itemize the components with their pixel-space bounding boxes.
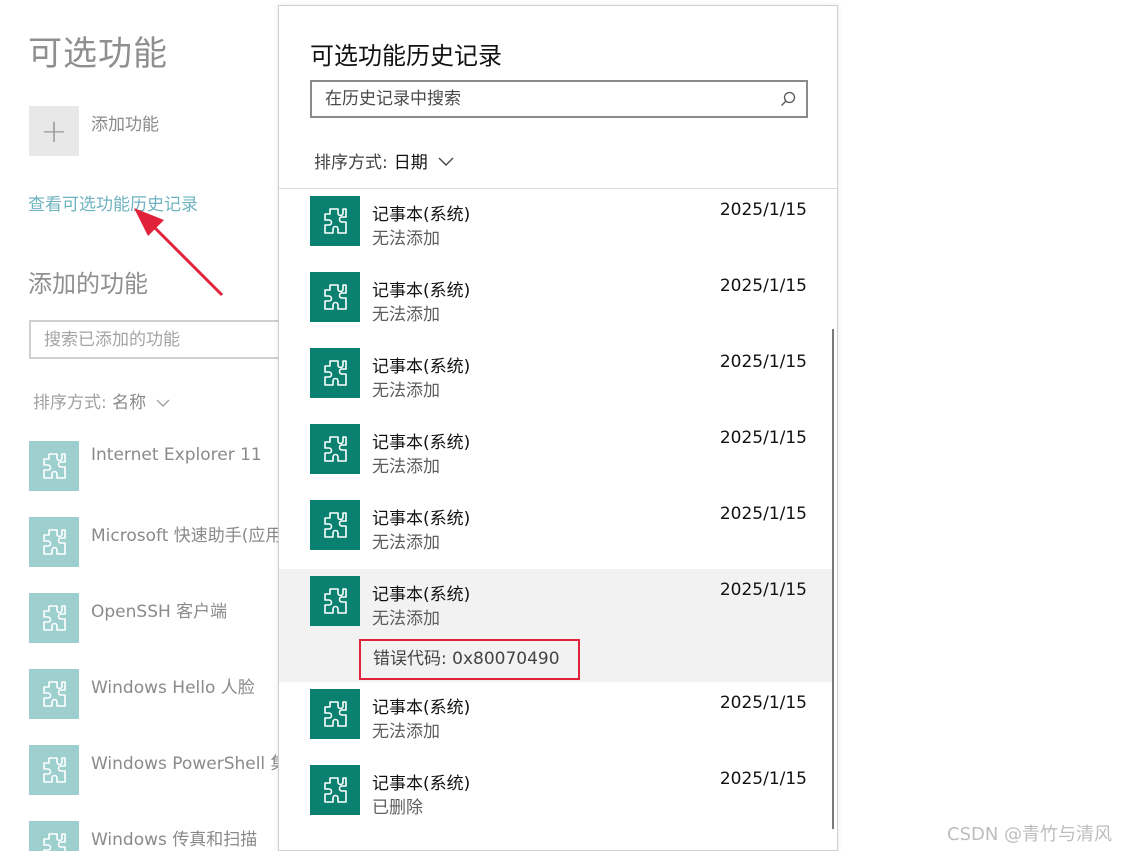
history-item[interactable]: 记事本(系统) 无法添加 2025/1/15 (279, 417, 834, 493)
history-item-name: 记事本(系统) (372, 433, 471, 453)
history-item-date: 2025/1/15 (719, 504, 807, 524)
history-item-date: 2025/1/15 (719, 693, 807, 713)
history-item[interactable]: 记事本(系统) 已删除 2025/1/15 (279, 758, 834, 834)
page-title: 可选功能 (28, 34, 168, 74)
history-item-status: 无法添加 (372, 381, 440, 401)
history-item-name: 记事本(系统) (372, 585, 471, 605)
history-item[interactable]: 记事本(系统) 无法添加 2025/1/15 (279, 341, 834, 417)
feature-name: Windows Hello 人脸 (91, 678, 255, 698)
search-icon[interactable] (780, 91, 796, 107)
history-item-date: 2025/1/15 (719, 580, 807, 600)
history-item-status: 无法添加 (372, 609, 440, 629)
feature-name: Windows 传真和扫描 (91, 830, 258, 850)
history-item-status: 无法添加 (372, 722, 440, 742)
history-list: 记事本(系统) 无法添加 2025/1/15 记事本(系统) 无法添加 2025… (279, 189, 837, 834)
history-search-input[interactable] (312, 82, 806, 116)
puzzle-icon (310, 424, 360, 474)
watermark: CSDN @青竹与清风 (947, 824, 1113, 845)
sort-value: 名称 (112, 393, 147, 413)
history-item[interactable]: 记事本(系统) 无法添加 2025/1/15 (279, 682, 834, 758)
history-item-status: 已删除 (372, 798, 423, 818)
history-dialog: 可选功能历史记录 排序方式: 日期 记事本(系统) 无法添加 2025/1/15 (278, 5, 838, 851)
plus-icon: + (40, 112, 68, 150)
add-feature-label[interactable]: 添加功能 (91, 110, 159, 135)
history-item-selected[interactable]: 记事本(系统) 无法添加 2025/1/15 错误代码: 0x80070490 (279, 569, 834, 682)
history-item-status: 无法添加 (372, 457, 440, 477)
history-sort-control[interactable]: 排序方式: 日期 (314, 148, 454, 173)
history-item-name: 记事本(系统) (372, 509, 471, 529)
feature-name: Windows PowerShell 集成 (91, 754, 305, 774)
feature-name: Microsoft 快速助手(应用 (91, 526, 283, 546)
history-item-name: 记事本(系统) (372, 698, 471, 718)
background-sort-control[interactable]: 排序方式: 名称 (33, 388, 170, 413)
puzzle-icon (310, 689, 360, 739)
puzzle-icon (29, 517, 79, 567)
history-item-date: 2025/1/15 (719, 352, 807, 372)
puzzle-icon (29, 593, 79, 643)
history-item-date: 2025/1/15 (719, 428, 807, 448)
puzzle-icon (29, 821, 79, 851)
feature-name: OpenSSH 客户端 (91, 602, 228, 622)
history-item[interactable]: 记事本(系统) 无法添加 2025/1/15 (279, 189, 834, 265)
puzzle-icon (29, 745, 79, 795)
history-item-status: 无法添加 (372, 229, 440, 249)
added-features-search-input[interactable] (31, 322, 289, 357)
history-item-name: 记事本(系统) (372, 281, 471, 301)
history-item[interactable]: 记事本(系统) 无法添加 2025/1/15 (279, 493, 834, 569)
add-feature-button[interactable]: + (29, 106, 79, 156)
puzzle-icon (29, 441, 79, 491)
history-item-name: 记事本(系统) (372, 205, 471, 225)
added-features-search[interactable] (29, 320, 291, 359)
puzzle-icon (310, 196, 360, 246)
sort-prefix: 排序方式: (314, 153, 388, 173)
puzzle-icon (310, 500, 360, 550)
error-code: 错误代码: 0x80070490 (359, 639, 580, 680)
history-item-status: 无法添加 (372, 533, 440, 553)
history-item-status: 无法添加 (372, 305, 440, 325)
history-item-date: 2025/1/15 (719, 276, 807, 296)
puzzle-icon (310, 765, 360, 815)
sort-value: 日期 (393, 153, 428, 173)
chevron-down-icon (438, 157, 454, 166)
history-item[interactable]: 记事本(系统) 无法添加 2025/1/15 (279, 265, 834, 341)
history-item-name: 记事本(系统) (372, 774, 471, 794)
puzzle-icon (29, 669, 79, 719)
puzzle-icon (310, 272, 360, 322)
feature-name: Internet Explorer 11 (91, 445, 262, 465)
sort-prefix: 排序方式: (33, 393, 107, 413)
history-item-name: 记事本(系统) (372, 357, 471, 377)
history-item-date: 2025/1/15 (719, 769, 807, 789)
puzzle-icon (310, 348, 360, 398)
chevron-down-icon (156, 399, 170, 407)
annotation-arrow (134, 208, 224, 297)
history-search[interactable] (310, 80, 808, 118)
puzzle-icon (310, 576, 360, 626)
dialog-title: 可选功能历史记录 (310, 42, 502, 70)
history-item-date: 2025/1/15 (719, 200, 807, 220)
scrollbar[interactable] (832, 329, 834, 829)
